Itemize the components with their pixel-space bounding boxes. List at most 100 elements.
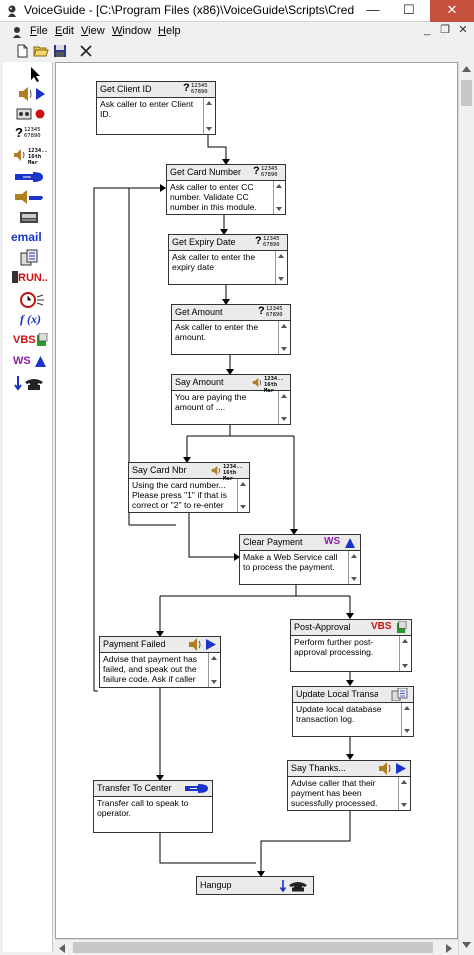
record-tool-icon[interactable] [9, 105, 49, 123]
hangup-tool-icon[interactable] [9, 374, 49, 392]
title-bar: VoiceGuide - [C:\Program Files (x86)\Voi… [0, 0, 474, 22]
module-scrollbar[interactable] [275, 251, 287, 284]
module-header: Hangup [197, 877, 313, 894]
speaker-icon [252, 377, 262, 388]
database-icon [391, 688, 408, 701]
module-scrollbar[interactable] [208, 653, 220, 687]
module-get-amount[interactable]: Get Amount ? 12345 67890 Ask caller to en… [171, 304, 291, 355]
triangle-icon [35, 356, 46, 367]
open-folder-icon[interactable] [33, 43, 49, 59]
horizontal-scrollbar[interactable] [55, 939, 458, 955]
transfer-tool-icon[interactable] [9, 168, 49, 186]
menu-edit[interactable]: Edit [55, 25, 74, 37]
module-description: Update local database transaction log. [296, 704, 382, 724]
module-description: Advise that payment has failed, and spea… [103, 654, 198, 684]
new-file-icon[interactable] [14, 43, 30, 59]
module-say-thanks[interactable]: Say Thanks... Advise caller that their p… [287, 760, 411, 811]
module-description: Ask caller to enter Client ID. [100, 99, 194, 119]
vbscript-icon: VBS [371, 621, 409, 634]
say-numbers-tool-icon[interactable]: 1234.. 16th Mar [9, 146, 49, 166]
say-numbers-icon: 1234.. 16th Mar [252, 376, 288, 394]
module-header: Update Local Transa [293, 687, 413, 703]
module-scrollbar[interactable] [278, 321, 290, 354]
mdi-restore-button[interactable]: ❐ [438, 24, 452, 38]
window-title: VoiceGuide - [C:\Program Files (x86)\Voi… [24, 3, 354, 17]
module-scrollbar[interactable] [237, 479, 249, 512]
script-icon [37, 333, 48, 346]
speaker-icon [211, 465, 221, 476]
transfer-icon [185, 784, 208, 793]
voicemail-tool-icon[interactable] [9, 188, 49, 206]
time-switch-tool-icon[interactable] [9, 291, 49, 309]
close-button[interactable]: ✕ [430, 0, 474, 22]
evaluate-expression-tool-icon[interactable]: f (x) [9, 311, 49, 329]
get-numbers-icon: ? 12345 67890 [258, 305, 283, 318]
module-transfer-to-center[interactable]: Transfer To Center Transfer call to spea… [93, 780, 213, 833]
play-sound-icon [378, 762, 408, 775]
web-service-tool-icon[interactable]: WS [9, 353, 49, 371]
module-title: Hangup [200, 880, 232, 890]
document-icon[interactable] [10, 25, 24, 39]
database-tool-icon[interactable] [9, 249, 49, 267]
play-sound-tool-icon[interactable] [9, 85, 49, 103]
vertical-scrollbar[interactable] [458, 62, 474, 955]
email-tool-icon[interactable]: email [9, 228, 49, 246]
script-canvas[interactable]: Get Client ID ? 12345 67890 Ask caller to… [55, 62, 458, 939]
module-scrollbar[interactable] [398, 777, 410, 810]
module-post-approval[interactable]: Post-Approval VBS Perform further post-a… [290, 619, 412, 672]
get-numbers-icon: ? 12345 67890 [255, 235, 280, 248]
minimize-button[interactable]: — [356, 0, 390, 22]
delete-icon[interactable] [78, 43, 94, 59]
ws-label: WS [13, 355, 31, 367]
module-scrollbar[interactable] [278, 391, 290, 424]
pointer-tool-icon[interactable] [9, 65, 49, 83]
keypad-tool-icon[interactable] [9, 208, 49, 226]
mdi-close-button[interactable]: ✕ [456, 24, 470, 38]
module-say-card-nbr[interactable]: Say Card Nbr 1234.. 16th Mar Using the ca… [128, 462, 250, 513]
module-scrollbar[interactable] [203, 98, 215, 134]
run-label: RUN.. [18, 272, 48, 284]
scroll-right-icon[interactable] [446, 944, 452, 953]
menu-help[interactable]: Help [158, 25, 181, 37]
menu-file[interactable]: File [30, 25, 48, 37]
module-clear-payment[interactable]: Clear Payment WS Make a Web Service call… [239, 534, 361, 585]
module-scrollbar[interactable] [401, 703, 413, 736]
module-get-expiry-date[interactable]: Get Expiry Date ? 12345 67890 Ask caller … [168, 234, 288, 285]
module-description: Using the card number... Please press "1… [132, 480, 227, 512]
vbscript-tool-icon[interactable]: VBS [9, 332, 49, 350]
maximize-button[interactable]: ☐ [392, 0, 426, 22]
module-header: Get Amount ? 12345 67890 [172, 305, 290, 321]
module-say-amount[interactable]: Say Amount 1234.. 16th Mar You are paying… [171, 374, 291, 425]
script-icon [396, 621, 407, 633]
get-numbers-icon: ? 12345 67890 [183, 82, 208, 95]
module-scrollbar[interactable] [348, 551, 360, 584]
menu-window[interactable]: Window [112, 25, 151, 37]
scroll-up-icon[interactable] [462, 66, 471, 72]
module-get-client-id[interactable]: Get Client ID ? 12345 67890 Ask caller to… [96, 81, 216, 135]
app-icon [8, 5, 16, 17]
module-palette: ? 12345 67890 1234.. 16th Mar email RUN.. … [3, 62, 53, 952]
scroll-left-icon[interactable] [59, 944, 65, 953]
play-sound-icon [188, 638, 218, 651]
scroll-down-icon[interactable] [462, 942, 471, 948]
say-numbers-icon: 1234.. 16th Mar [211, 464, 247, 482]
module-scrollbar[interactable] [273, 181, 285, 214]
module-description: Transfer call to speak to operator. [97, 798, 189, 818]
speaker-icon [14, 149, 25, 161]
mdi-minimize-button[interactable]: _ [420, 24, 434, 38]
module-get-card-number[interactable]: Get Card Number ? 12345 67890 Ask caller … [166, 164, 286, 215]
module-hangup[interactable]: Hangup [196, 876, 314, 895]
module-update-local-transaction[interactable]: Update Local Transa Update local databas… [292, 686, 414, 737]
fx-label: f (x) [20, 312, 41, 326]
module-scrollbar[interactable] [399, 636, 411, 671]
save-icon[interactable] [52, 43, 68, 59]
vertical-scroll-thumb[interactable] [461, 80, 472, 106]
get-numbers-tool-icon[interactable]: ? 12345 67890 [9, 125, 49, 143]
vbs-label: VBS [13, 334, 36, 346]
module-description: Ask caller to enter the expiry date [172, 252, 256, 272]
menu-view[interactable]: View [81, 25, 105, 37]
module-payment-failed[interactable]: Payment Failed Advise that payment has f… [99, 636, 221, 688]
module-header: Post-Approval VBS [291, 620, 411, 636]
horizontal-scroll-thumb[interactable] [73, 942, 433, 953]
run-program-tool-icon[interactable]: RUN.. [9, 270, 49, 288]
